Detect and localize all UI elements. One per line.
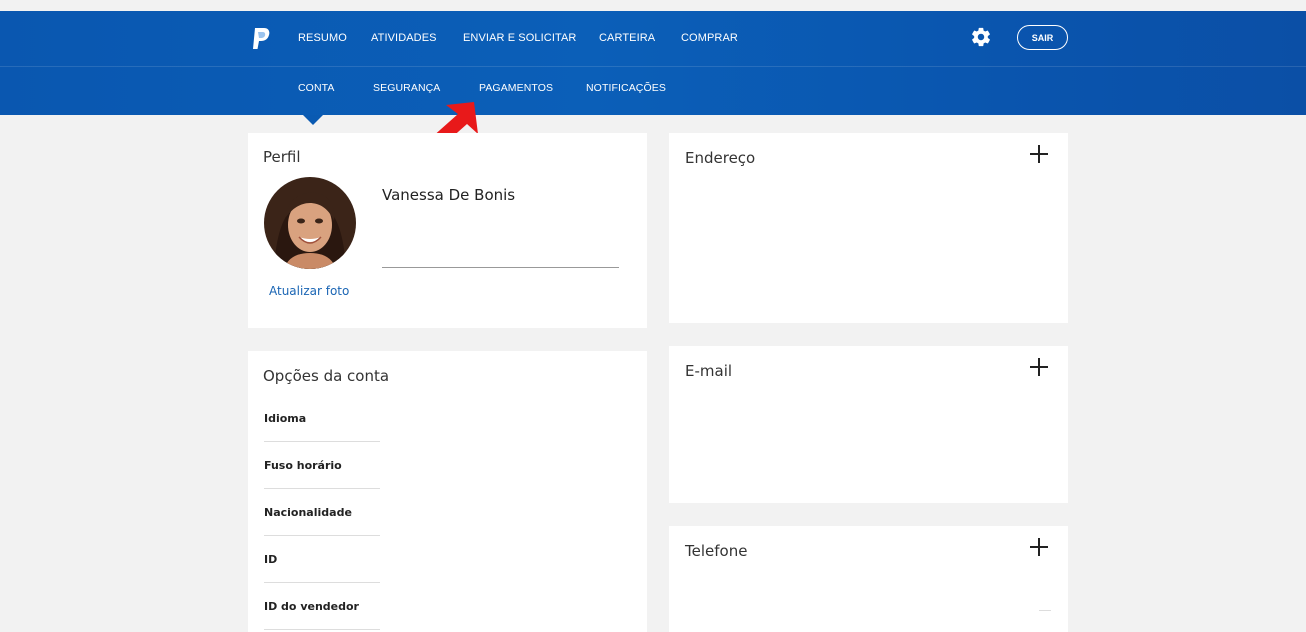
option-id-do-vendedor[interactable]: ID do vendedor (264, 600, 380, 613)
update-photo-link[interactable]: Atualizar foto (269, 284, 349, 298)
active-tab-indicator (303, 115, 323, 125)
nav-comprar[interactable]: COMPRAR (681, 32, 738, 44)
account-options-card: Opções da conta Idioma Fuso horário Naci… (248, 351, 647, 632)
option-id[interactable]: ID (264, 553, 380, 566)
gear-icon[interactable] (970, 26, 992, 48)
nav-atividades[interactable]: ATIVIDADES (371, 32, 437, 44)
email-title: E-mail (685, 362, 733, 380)
logout-button[interactable]: SAIR (1017, 25, 1068, 50)
add-phone-plus-icon[interactable] (1030, 538, 1048, 556)
option-nacionalidade[interactable]: Nacionalidade (264, 506, 380, 519)
top-navigation-bar: RESUMO ATIVIDADES ENVIAR E SOLICITAR CAR… (0, 11, 1306, 115)
nav-carteira[interactable]: CARTEIRA (599, 32, 655, 44)
tab-seguranca[interactable]: SEGURANÇA (373, 82, 440, 94)
option-idioma[interactable]: Idioma (264, 412, 380, 425)
nav-resumo[interactable]: RESUMO (298, 32, 347, 44)
tab-pagamentos[interactable]: PAGAMENTOS (479, 82, 553, 94)
profile-card: Perfil Vanessa De Bonis Atualizar foto (248, 133, 647, 328)
avatar[interactable] (264, 177, 356, 269)
name-underline (382, 267, 619, 268)
phone-card: Telefone (669, 526, 1068, 632)
divider (264, 629, 380, 630)
nav-divider (0, 66, 1306, 67)
address-card: Endereço (669, 133, 1068, 323)
divider (264, 582, 380, 583)
option-fuso-horario[interactable]: Fuso horário (264, 459, 380, 472)
tab-conta[interactable]: CONTA (298, 82, 334, 94)
paypal-logo-icon[interactable] (251, 28, 271, 50)
divider (264, 488, 380, 489)
divider (1039, 610, 1051, 611)
email-card: E-mail (669, 346, 1068, 503)
profile-name: Vanessa De Bonis (382, 186, 516, 204)
add-address-plus-icon[interactable] (1030, 145, 1048, 163)
add-email-plus-icon[interactable] (1030, 358, 1048, 376)
account-options-title: Opções da conta (263, 367, 390, 385)
divider (264, 535, 380, 536)
tab-notificacoes[interactable]: NOTIFICAÇÕES (586, 82, 666, 94)
address-title: Endereço (685, 149, 756, 167)
divider (264, 441, 380, 442)
phone-title: Telefone (685, 542, 748, 560)
profile-title: Perfil (263, 148, 301, 166)
nav-enviar-e-solicitar[interactable]: ENVIAR E SOLICITAR (463, 32, 576, 44)
